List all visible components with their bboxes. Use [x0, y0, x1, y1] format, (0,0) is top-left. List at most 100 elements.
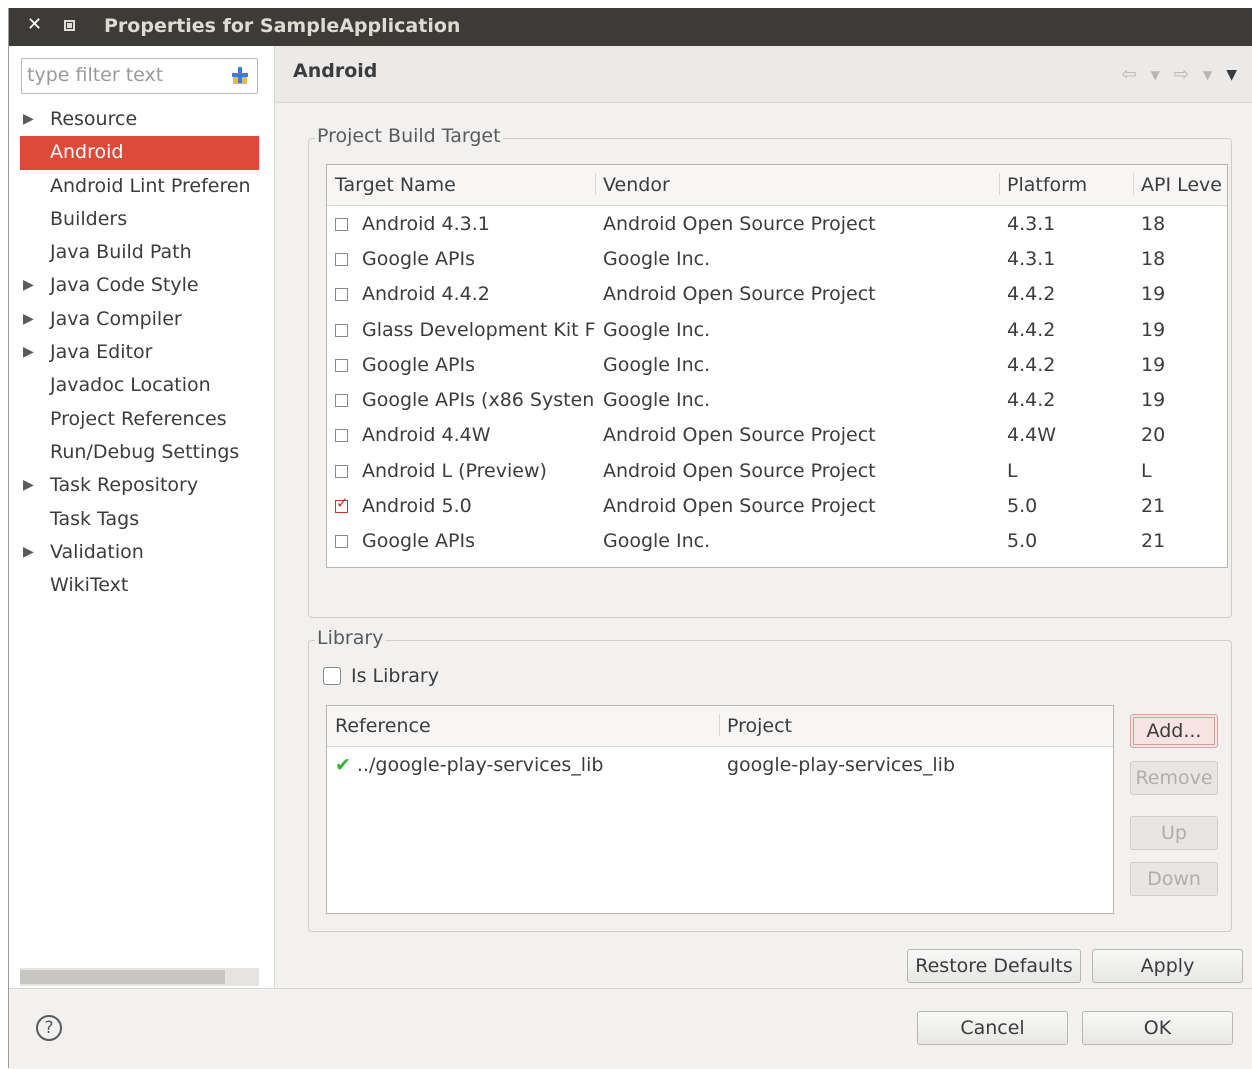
- api-cell: 19: [1141, 283, 1166, 306]
- tree-item[interactable]: Android: [20, 136, 259, 170]
- move-up-button[interactable]: Up: [1130, 816, 1218, 850]
- api-cell: 19: [1141, 389, 1166, 412]
- tree-item[interactable]: Javadoc Location: [20, 369, 270, 402]
- target-checkbox[interactable]: [335, 464, 348, 478]
- platform-cell: L: [1007, 459, 1018, 482]
- expand-arrow-icon[interactable]: ▶: [23, 103, 34, 136]
- tree-item[interactable]: WikiText: [20, 569, 270, 602]
- check-icon: ✔: [335, 753, 351, 776]
- help-icon[interactable]: ?: [36, 1015, 62, 1041]
- title-bar: ✕ Properties for SampleApplication: [9, 8, 1252, 46]
- expand-arrow-icon[interactable]: ▶: [23, 269, 34, 302]
- table-row[interactable]: Google APIs (x86 Systen Google Inc. 4.4.2 1…: [327, 382, 1227, 417]
- tree-item[interactable]: ▶ Validation: [20, 536, 270, 569]
- restore-defaults-button[interactable]: Restore Defaults: [907, 949, 1081, 983]
- tree-item[interactable]: ▶ Java Compiler: [20, 303, 270, 336]
- view-menu-icon[interactable]: ▼: [1226, 67, 1237, 83]
- target-name-cell: Android 4.3.1: [327, 206, 595, 242]
- tree-item[interactable]: Builders: [20, 203, 270, 236]
- tree-item[interactable]: ▶ Java Code Style: [20, 269, 270, 302]
- api-cell: 19: [1141, 353, 1166, 376]
- platform-cell: 4.4.2: [1007, 283, 1056, 306]
- target-checkbox[interactable]: [335, 288, 348, 302]
- tree-item[interactable]: Java Build Path: [20, 236, 270, 269]
- table-row[interactable]: Android 4.4.2 Android Open Source Project…: [327, 277, 1227, 312]
- horizontal-scrollbar[interactable]: [20, 968, 259, 986]
- apply-button[interactable]: Apply: [1092, 949, 1243, 983]
- vendor-cell: Android Open Source Project: [603, 495, 876, 518]
- target-checkbox[interactable]: [335, 358, 348, 372]
- forward-dropdown-icon[interactable]: ▼: [1203, 68, 1212, 82]
- dialog-footer: ? Cancel OK: [9, 988, 1252, 1069]
- column-header[interactable]: Target Name: [327, 165, 595, 206]
- api-cell: 18: [1141, 212, 1166, 235]
- tree-item[interactable]: Task Tags: [20, 503, 270, 536]
- target-name: Android 5.0: [362, 495, 472, 518]
- table-row[interactable]: ✔ ../google-play-services_lib google-play-…: [327, 747, 1113, 783]
- category-panel: ▶ Resource Android Android Lint Preferen Bui…: [9, 46, 275, 988]
- close-window-icon[interactable]: ✕: [27, 14, 42, 35]
- column-header[interactable]: Vendor: [595, 165, 999, 206]
- column-header[interactable]: Project: [719, 706, 1113, 747]
- target-checkbox[interactable]: [335, 394, 348, 408]
- is-library-box[interactable]: [323, 667, 341, 685]
- build-target-table: Target Name Vendor Platform API Leve Androi…: [326, 164, 1228, 568]
- tree-item[interactable]: Project References: [20, 403, 270, 436]
- expand-arrow-icon[interactable]: ▶: [23, 536, 34, 569]
- target-checkbox[interactable]: [335, 323, 348, 337]
- page-header: Android ⇦ ▼ ⇨ ▼ ▼: [275, 46, 1252, 103]
- tree-item-label: Project References: [50, 407, 227, 430]
- table-row[interactable]: Google APIs Google Inc. 4.3.1 18: [327, 241, 1227, 276]
- move-down-button[interactable]: Down: [1130, 862, 1218, 896]
- api-cell: 19: [1141, 318, 1166, 341]
- column-header[interactable]: API Leve: [1133, 165, 1227, 206]
- cancel-button[interactable]: Cancel: [917, 1011, 1068, 1045]
- vendor-cell: Android Open Source Project: [603, 212, 876, 235]
- target-checkbox[interactable]: [335, 252, 348, 266]
- back-dropdown-icon[interactable]: ▼: [1151, 68, 1160, 82]
- target-checkbox[interactable]: [335, 494, 349, 514]
- target-name: Android 4.3.1: [362, 212, 490, 235]
- ok-button[interactable]: OK: [1082, 1011, 1233, 1045]
- platform-cell: 4.4.2: [1007, 353, 1056, 376]
- filter-box[interactable]: [21, 58, 258, 94]
- api-cell: 18: [1141, 247, 1166, 270]
- table-row[interactable]: Android L (Preview) Android Open Source P…: [327, 453, 1227, 488]
- tree-item[interactable]: Android Lint Preferen: [20, 170, 270, 203]
- add-library-button[interactable]: Add...: [1130, 714, 1218, 748]
- api-cell: 21: [1141, 530, 1166, 553]
- tree-item[interactable]: Run/Debug Settings: [20, 436, 270, 469]
- is-library-checkbox[interactable]: Is Library: [323, 661, 439, 691]
- expand-arrow-icon[interactable]: ▶: [23, 336, 34, 369]
- table-row[interactable]: Android 5.0 Android Open Source Project 5.…: [327, 488, 1227, 523]
- tree-item-label: WikiText: [50, 574, 129, 597]
- column-header[interactable]: Reference: [327, 706, 719, 747]
- target-checkbox[interactable]: [335, 535, 348, 549]
- tree-item[interactable]: ▶ Java Editor: [20, 336, 270, 369]
- forward-arrow-icon[interactable]: ⇨: [1174, 64, 1189, 85]
- expand-arrow-icon[interactable]: ▶: [23, 303, 34, 336]
- target-name: Android 4.4W: [362, 424, 491, 447]
- scrollbar-thumb[interactable]: [20, 970, 225, 984]
- tree-item[interactable]: ▶ Resource: [20, 103, 270, 136]
- back-arrow-icon[interactable]: ⇦: [1122, 64, 1137, 85]
- column-header[interactable]: Platform: [999, 165, 1133, 206]
- target-checkbox[interactable]: [335, 217, 348, 231]
- api-cell: L: [1141, 459, 1152, 482]
- clear-filter-icon[interactable]: [229, 64, 251, 86]
- table-row[interactable]: Glass Development Kit F Google Inc. 4.4.2 1…: [327, 312, 1227, 347]
- tree-item[interactable]: ▶ Task Repository: [20, 469, 270, 502]
- table-row[interactable]: Google APIs Google Inc. 4.4.2 19: [327, 347, 1227, 382]
- vendor-cell: Android Open Source Project: [603, 283, 876, 306]
- maximize-window-icon[interactable]: [64, 20, 75, 31]
- filter-input[interactable]: [27, 63, 217, 87]
- table-row[interactable]: Android 4.4W Android Open Source Project 4…: [327, 418, 1227, 453]
- tree-item-label: Task Tags: [50, 507, 140, 530]
- library-group: Library Is Library Reference Project ✔ ../…: [308, 627, 1232, 932]
- table-row[interactable]: Android 4.3.1 Android Open Source Project…: [327, 206, 1227, 242]
- target-checkbox[interactable]: [335, 429, 348, 443]
- remove-library-button[interactable]: Remove: [1130, 761, 1218, 795]
- expand-arrow-icon[interactable]: ▶: [23, 469, 34, 502]
- table-row[interactable]: Google APIs Google Inc. 5.0 21: [327, 524, 1227, 559]
- target-name-cell: Google APIs: [327, 241, 595, 276]
